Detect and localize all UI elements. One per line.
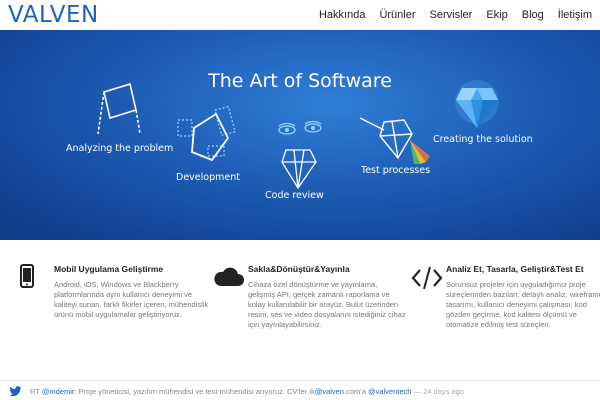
feature-description: Sorunsuz projeler için uyguladığımız pro…: [446, 280, 600, 329]
nav-item-iletisim[interactable]: İletişim: [558, 9, 592, 21]
development-icon: [177, 105, 236, 162]
nav-item-hakkinda[interactable]: Hakkında: [319, 9, 365, 21]
twitter-bird-icon[interactable]: [9, 386, 22, 397]
smartphone-icon: [20, 264, 34, 288]
nav-item-servisler[interactable]: Servisler: [430, 9, 473, 21]
nav-item-ekip[interactable]: Ekip: [486, 9, 507, 21]
nav-item-urunler[interactable]: Ürünler: [379, 9, 415, 21]
step-label-analyzing: Analyzing the problem: [66, 143, 174, 154]
hero-banner: The Art of Software Analyzing the proble…: [0, 30, 600, 240]
nav-item-blog[interactable]: Blog: [522, 9, 544, 21]
cloud-icon: [214, 267, 244, 286]
code-icon: [411, 266, 443, 290]
tweet-prefix: RT: [30, 387, 42, 396]
twitter-feed-bar: RT @mdemir: Proje yöneticisi, yazılım mü…: [0, 380, 600, 400]
feature-title: Mobil Uygulama Geliştirme: [54, 264, 164, 274]
site-header: VALVEN Hakkında Ürünler Servisler Ekip B…: [0, 0, 600, 30]
feature-title: Sakla&Dönüştür&Yayınla: [248, 264, 350, 274]
feature-description: Android, iOS, Windows ve Blackberry plat…: [54, 280, 209, 319]
features-section: Mobil Uygulama Geliştirme Android, iOS, …: [0, 240, 600, 380]
tweet-email-link[interactable]: @valven: [315, 387, 344, 396]
test-processes-icon: [359, 117, 430, 164]
feature-description: Cihaza özel dönüştürme ve yayınlama, gel…: [248, 280, 406, 329]
code-review-icon: [278, 120, 322, 190]
tweet-mention-link[interactable]: @mdemir: [42, 387, 75, 396]
tweet-handle-link[interactable]: @valventech: [368, 387, 411, 396]
valven-logo[interactable]: VALVEN: [8, 2, 99, 28]
tweet-text: RT @mdemir: Proje yöneticisi, yazılım mü…: [30, 387, 464, 396]
hero-title: The Art of Software: [208, 70, 392, 92]
tweet-body: : Proje yöneticisi, yazılım mühendisi ve…: [74, 387, 315, 396]
step-label-creating-solution: Creating the solution: [433, 134, 533, 145]
step-label-development: Development: [176, 172, 240, 183]
step-label-test-processes: Test processes: [361, 165, 431, 176]
feature-title: Analiz Et, Tasarla, Geliştir&Test Et: [446, 264, 584, 274]
tweet-email-suffix: .com'a: [344, 387, 368, 396]
step-label-code-review: Code review: [265, 190, 324, 201]
main-nav: Hakkında Ürünler Servisler Ekip Blog İle…: [305, 9, 592, 21]
tweet-timestamp: — 24 days ago: [413, 387, 464, 396]
